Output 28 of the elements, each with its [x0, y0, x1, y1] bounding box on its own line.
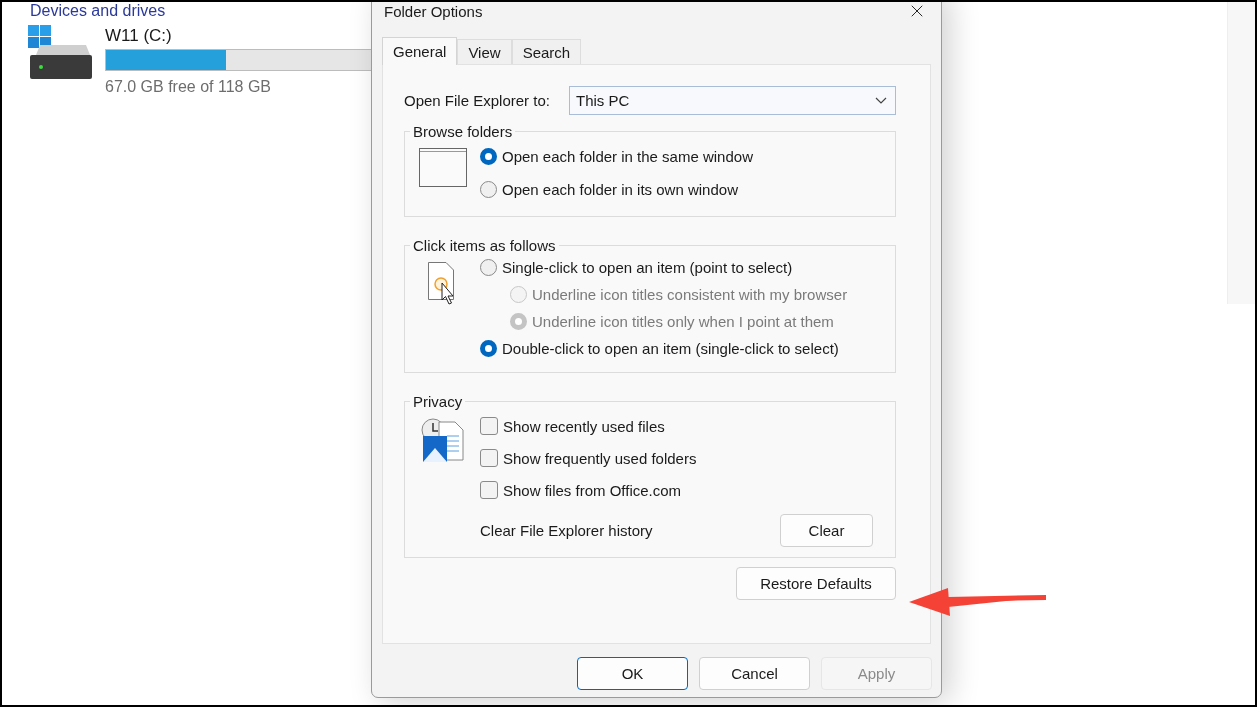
radio-option[interactable]: Open each folder in its own window: [480, 173, 738, 206]
window-icon: [418, 148, 467, 187]
tab[interactable]: Search: [511, 39, 582, 64]
open-to-label: Open File Explorer to:: [404, 92, 550, 109]
checkbox-option[interactable]: Show frequently used folders: [480, 442, 697, 474]
dialog-button[interactable]: OK: [577, 657, 688, 690]
drive-name: W11 (C:): [105, 26, 173, 47]
open-to-dropdown[interactable]: This PC: [569, 86, 896, 115]
radio-option[interactable]: Open each folder in the same window: [480, 140, 753, 173]
restore-defaults-button[interactable]: Restore Defaults: [736, 567, 896, 600]
section-title: Devices and drives: [30, 2, 166, 21]
clear-history-label: Clear File Explorer history: [480, 522, 653, 539]
group-title: Privacy: [412, 393, 464, 410]
clear-button[interactable]: Clear: [780, 514, 873, 547]
close-icon[interactable]: [911, 5, 923, 17]
free-space-text: 67.0 GB free of 118 GB: [105, 78, 273, 96]
dialog-button[interactable]: Cancel: [699, 657, 810, 690]
checkbox-option[interactable]: Show recently used files: [480, 410, 665, 442]
group-title: Click items as follows: [412, 237, 557, 254]
drive-icon: [28, 25, 92, 81]
radio-option[interactable]: Double-click to open an item (single-click to select): [480, 335, 839, 362]
window-title: Folder Options: [384, 3, 483, 20]
group-title: Browse folders: [412, 123, 514, 140]
radio-option[interactable]: Single-click to open an item (point to select): [480, 254, 793, 281]
tab[interactable]: General: [382, 37, 458, 65]
checkbox-option[interactable]: Show files from Office.com: [480, 474, 682, 506]
chevron-down-icon: [875, 96, 887, 105]
tab[interactable]: View: [457, 39, 512, 64]
